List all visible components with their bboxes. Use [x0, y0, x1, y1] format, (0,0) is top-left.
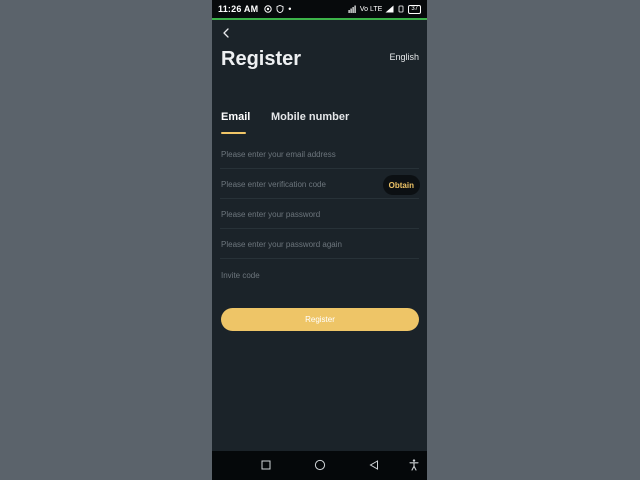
- obtain-code-button[interactable]: Obtain: [382, 175, 420, 195]
- back-arrow-icon[interactable]: [218, 25, 234, 41]
- back-triangle-icon[interactable]: [367, 458, 381, 472]
- language-selector[interactable]: English: [389, 52, 419, 62]
- signal-bars-icon: [385, 5, 394, 13]
- status-time: 11:26 AM: [218, 4, 259, 14]
- password-again-input[interactable]: [220, 231, 419, 258]
- active-tab-indicator: [221, 132, 246, 134]
- password-field-row: [220, 201, 419, 229]
- tab-mobile-number[interactable]: Mobile number: [271, 111, 349, 123]
- phone-screen: 11:26 AM • Vo LTE 37 Register English Em…: [212, 0, 427, 480]
- notification-icon: [264, 5, 272, 13]
- recents-icon[interactable]: [259, 458, 273, 472]
- status-bar: 11:26 AM • Vo LTE 37: [212, 0, 427, 20]
- wifi-icon: [348, 5, 356, 13]
- register-button[interactable]: Register: [221, 308, 419, 331]
- shield-icon: [276, 5, 284, 13]
- status-dot: •: [288, 4, 292, 14]
- invite-code-input[interactable]: [220, 261, 419, 289]
- page-title: Register: [221, 48, 302, 70]
- battery-indicator: 37: [408, 4, 421, 14]
- email-field-row: [220, 141, 419, 169]
- password-again-field-row: [220, 231, 419, 259]
- home-icon[interactable]: [313, 458, 327, 472]
- invite-field-row: [220, 261, 419, 289]
- password-input[interactable]: [220, 201, 419, 228]
- code-field-row: Obtain: [220, 171, 420, 199]
- system-nav-bar: [212, 451, 427, 480]
- tab-email[interactable]: Email: [221, 111, 250, 123]
- status-right: Vo LTE 37: [348, 4, 421, 14]
- signal-label: Vo LTE: [359, 5, 383, 13]
- vibrate-icon: [398, 5, 404, 13]
- accessibility-icon[interactable]: [407, 458, 421, 472]
- status-icons-left: •: [264, 4, 291, 14]
- email-input[interactable]: [220, 141, 419, 168]
